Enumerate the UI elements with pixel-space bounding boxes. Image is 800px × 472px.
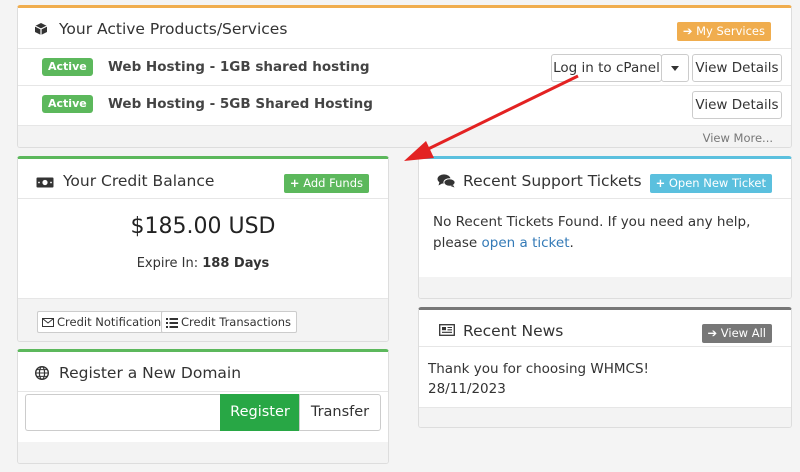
tickets-title: Recent Support Tickets xyxy=(463,172,642,190)
envelope-icon xyxy=(42,318,54,327)
arrow-right-icon: ➔ xyxy=(682,24,693,38)
status-badge: Active xyxy=(42,58,93,76)
domain-footer xyxy=(18,442,388,463)
cpanel-dropdown-toggle[interactable] xyxy=(661,54,689,82)
open-ticket-link[interactable]: open a ticket xyxy=(482,235,570,251)
globe-icon xyxy=(35,366,49,380)
my-services-label: My Services xyxy=(696,24,765,38)
expire-label: Expire In: xyxy=(136,256,199,271)
tickets-message: No Recent Tickets Found. If you need any… xyxy=(433,214,751,251)
transfer-button[interactable]: Transfer xyxy=(299,394,381,431)
view-all-label: View All xyxy=(720,326,766,340)
register-button[interactable]: Register xyxy=(220,394,300,431)
my-services-button[interactable]: ➔ My Services xyxy=(676,22,771,41)
products-panel: Your Active Products/Services ➔ My Servi… xyxy=(17,5,792,148)
service-row: Active Web Hosting - 1GB shared hosting … xyxy=(18,49,791,86)
cpanel-login-button[interactable]: Log in to cPanel xyxy=(551,54,662,82)
caret-down-icon xyxy=(671,66,679,71)
products-title: Your Active Products/Services xyxy=(59,20,288,38)
list-icon xyxy=(166,317,178,328)
news-item-date: 28/11/2023 xyxy=(428,381,506,397)
news-item-title: Thank you for choosing WHMCS! xyxy=(428,361,649,377)
newspaper-icon xyxy=(439,324,455,336)
tickets-panel: Recent Support Tickets + Open New Ticket… xyxy=(418,156,792,299)
credit-panel: Your Credit Balance + Add Funds $185.00 … xyxy=(17,156,389,342)
credit-expiry: Expire In: 188 Days xyxy=(18,256,388,271)
news-title: Recent News xyxy=(463,322,564,340)
plus-icon: + xyxy=(289,176,300,190)
credit-amount: $185.00 USD xyxy=(130,214,276,239)
credit-title: Your Credit Balance xyxy=(63,172,215,190)
expire-value: 188 Days xyxy=(202,256,270,271)
view-more-link[interactable]: View More... xyxy=(703,131,773,145)
service-name[interactable]: Web Hosting - 1GB shared hosting xyxy=(108,59,370,75)
open-new-ticket-button[interactable]: + Open New Ticket xyxy=(649,174,772,193)
domain-search-input[interactable] xyxy=(25,394,221,431)
credit-notification-button[interactable]: Credit Notification xyxy=(37,311,168,333)
products-footer: View More... xyxy=(18,125,791,147)
view-details-button[interactable]: View Details xyxy=(692,91,782,119)
add-funds-button[interactable]: + Add Funds xyxy=(283,174,369,193)
view-details-button[interactable]: View Details xyxy=(692,54,782,82)
open-ticket-label: Open New Ticket xyxy=(668,176,766,190)
money-icon xyxy=(36,177,54,188)
comments-icon xyxy=(437,174,456,188)
service-row: Active Web Hosting - 5GB Shared Hosting … xyxy=(18,86,791,123)
service-name[interactable]: Web Hosting - 5GB Shared Hosting xyxy=(108,96,373,112)
plus-icon: + xyxy=(655,176,666,190)
domain-title: Register a New Domain xyxy=(59,364,242,382)
news-panel: Recent News ➔ View All Thank you for cho… xyxy=(418,307,792,428)
arrow-right-icon: ➔ xyxy=(707,326,718,340)
domain-panel: Register a New Domain Register Transfer xyxy=(17,349,389,464)
view-all-news-button[interactable]: ➔ View All xyxy=(701,324,772,343)
news-item[interactable]: Thank you for choosing WHMCS! 28/11/2023 xyxy=(428,359,649,399)
news-footer xyxy=(419,407,791,427)
tickets-footer xyxy=(419,277,791,298)
status-badge: Active xyxy=(42,95,93,113)
credit-transactions-button[interactable]: Credit Transactions xyxy=(161,311,298,333)
add-funds-label: Add Funds xyxy=(303,176,363,190)
credit-footer: Credit Notification Credit Transactions xyxy=(18,298,388,341)
cube-icon xyxy=(34,23,48,35)
